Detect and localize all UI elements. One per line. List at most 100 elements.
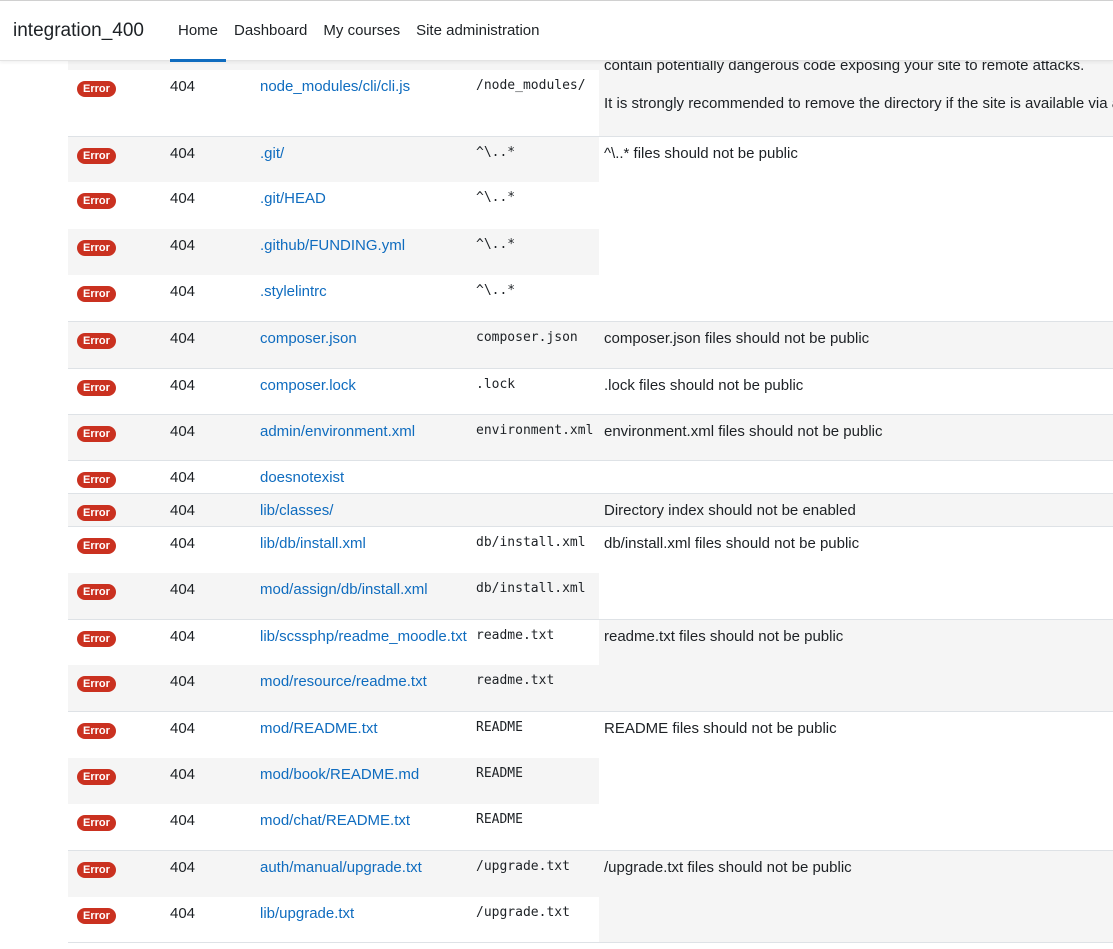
http-code-cell: 404: [170, 423, 196, 440]
description-text: Directory index should not be enabled: [604, 502, 856, 519]
description-cell: /upgrade.txt files should not be public: [599, 850, 1113, 942]
description-text: .lock files should not be public: [604, 377, 804, 394]
table-row: Error 404 .stylelintrc ^\..*: [68, 275, 599, 321]
http-code-cell: 404: [170, 145, 196, 162]
table-row: Error 404 mod/book/README.md README: [68, 758, 599, 804]
http-code-cell: 404: [170, 237, 196, 254]
status-badge: Error: [77, 538, 116, 554]
pattern-cell: ^\..*: [476, 145, 516, 160]
url-link[interactable]: mod/book/README.md: [260, 758, 419, 784]
http-code-cell: 404: [170, 905, 196, 922]
table-row: Error 404 auth/manual/upgrade.txt/upgrade.…: [68, 850, 599, 897]
pattern-cell: db/install.xml: [476, 535, 586, 550]
status-badge: Error: [77, 380, 116, 396]
table-row: Error 404 composer.json composer.json: [68, 321, 599, 368]
url-link[interactable]: lib/upgrade.txt: [260, 897, 354, 923]
status-badge: Error: [77, 631, 116, 647]
description-text: It is strongly recommended to remove the…: [604, 95, 1113, 112]
description-text: ^\..* files should not be public: [604, 145, 798, 162]
description-cell: README files should not be public: [599, 711, 1113, 850]
http-code-cell: 404: [170, 377, 196, 394]
status-cell: Error: [77, 851, 116, 878]
url-link[interactable]: composer.json: [260, 322, 357, 348]
http-code-cell: 404: [170, 628, 196, 645]
url-link[interactable]: lib/scssphp/readme_moodle.txt: [260, 620, 467, 646]
url-link[interactable]: .git/HEAD: [260, 182, 326, 208]
description-cell: [599, 460, 1113, 493]
status-badge: Error: [77, 333, 116, 349]
status-cell: Error: [77, 70, 116, 97]
table-row: Error 404 lib/upgrade.txt/upgrade.txt: [68, 897, 599, 942]
http-code-cell: 404: [170, 78, 196, 95]
status-cell: Error: [77, 804, 116, 831]
url-link[interactable]: mod/README.txt: [260, 712, 378, 738]
pattern-cell: /node_modules/: [476, 78, 586, 93]
url-link[interactable]: auth/manual/upgrade.txt: [260, 851, 422, 877]
pattern-cell: README: [476, 720, 523, 735]
pattern-cell: /upgrade.txt: [476, 859, 570, 874]
nav-home[interactable]: Home: [170, 1, 227, 62]
url-link[interactable]: composer.lock: [260, 369, 356, 395]
table-row: Error 404 doesnotexist: [68, 460, 599, 493]
status-cell: Error: [77, 461, 116, 488]
nav-dashboard[interactable]: Dashboard: [226, 1, 315, 61]
description-cell: db/install.xml files should not be publi…: [599, 526, 1113, 619]
nav-site-administration[interactable]: Site administration: [408, 1, 547, 61]
table-row: Error 404 composer.lock .lock: [68, 368, 599, 414]
description-text: README files should not be public: [604, 720, 837, 737]
url-link[interactable]: admin/environment.xml: [260, 415, 415, 441]
url-link[interactable]: mod/resource/readme.txt: [260, 665, 427, 691]
http-code-cell: 404: [170, 812, 196, 829]
pattern-cell: ^\..*: [476, 283, 516, 298]
status-badge: Error: [77, 676, 116, 692]
http-code-cell: 404: [170, 581, 196, 598]
url-link[interactable]: lib/classes/: [260, 494, 333, 520]
url-link[interactable]: node_modules/cli/cli.js: [260, 70, 410, 96]
description-cell: .lock files should not be public: [599, 368, 1113, 414]
url-link[interactable]: mod/chat/README.txt: [260, 804, 410, 830]
status-cell: Error: [77, 415, 116, 442]
http-code-cell: 404: [170, 283, 196, 300]
table-row: Error 404 node_modules/cli/cli.js/node_mod…: [68, 70, 599, 136]
status-badge: Error: [77, 193, 116, 209]
http-code-cell: 404: [170, 502, 196, 519]
table-row: Error 404 mod/resource/readme.txt readme.tx…: [68, 665, 599, 711]
pattern-cell: .lock: [476, 377, 516, 392]
url-link[interactable]: mod/assign/db/install.xml: [260, 573, 428, 599]
top-navbar: integration_400 Home Dashboard My course…: [0, 0, 1113, 62]
table-row: Error 404 lib/scssphp/readme_moodle.txt rea…: [68, 619, 599, 665]
site-brand[interactable]: integration_400: [13, 20, 144, 42]
url-link[interactable]: .stylelintrc: [260, 275, 327, 301]
http-code-cell: 404: [170, 673, 196, 690]
http-code-cell: 404: [170, 859, 196, 876]
status-cell: Error: [77, 275, 116, 302]
pattern-cell: readme.txt: [476, 628, 555, 643]
pattern-cell: /upgrade.txt: [476, 905, 570, 920]
description-cell: Directory index should not be enabled: [599, 493, 1113, 526]
table-row: Error 404 admin/environment.xml environment…: [68, 414, 599, 460]
url-link[interactable]: .git/: [260, 137, 284, 163]
description-text: environment.xml files should not be publ…: [604, 423, 883, 440]
nav-my-courses[interactable]: My courses: [315, 1, 408, 61]
status-badge: Error: [77, 584, 116, 600]
table-row: Error 404 .git/ ^\..*: [68, 136, 599, 182]
url-link[interactable]: lib/db/install.xml: [260, 527, 366, 553]
status-badge: Error: [77, 723, 116, 739]
url-link[interactable]: doesnotexist: [260, 461, 344, 487]
pattern-cell: ^\..*: [476, 237, 516, 252]
status-cell: Error: [77, 369, 116, 396]
pattern-cell: README: [476, 766, 523, 781]
description-text: composer.json files should not be public: [604, 330, 870, 347]
pattern-cell: composer.json: [476, 330, 578, 345]
status-badge: Error: [77, 286, 116, 302]
pattern-cell: readme.txt: [476, 673, 555, 688]
status-badge: Error: [77, 472, 116, 488]
url-link[interactable]: .github/FUNDING.yml: [260, 229, 405, 255]
http-code-cell: 404: [170, 330, 196, 347]
status-cell: Error: [77, 897, 116, 924]
status-cell: Error: [77, 712, 116, 739]
table-row: Error 404 mod/chat/README.txt README: [68, 804, 599, 850]
status-badge: Error: [77, 908, 116, 924]
status-cell: Error: [77, 665, 116, 692]
description-cell: composer.json files should not be public: [599, 321, 1113, 368]
